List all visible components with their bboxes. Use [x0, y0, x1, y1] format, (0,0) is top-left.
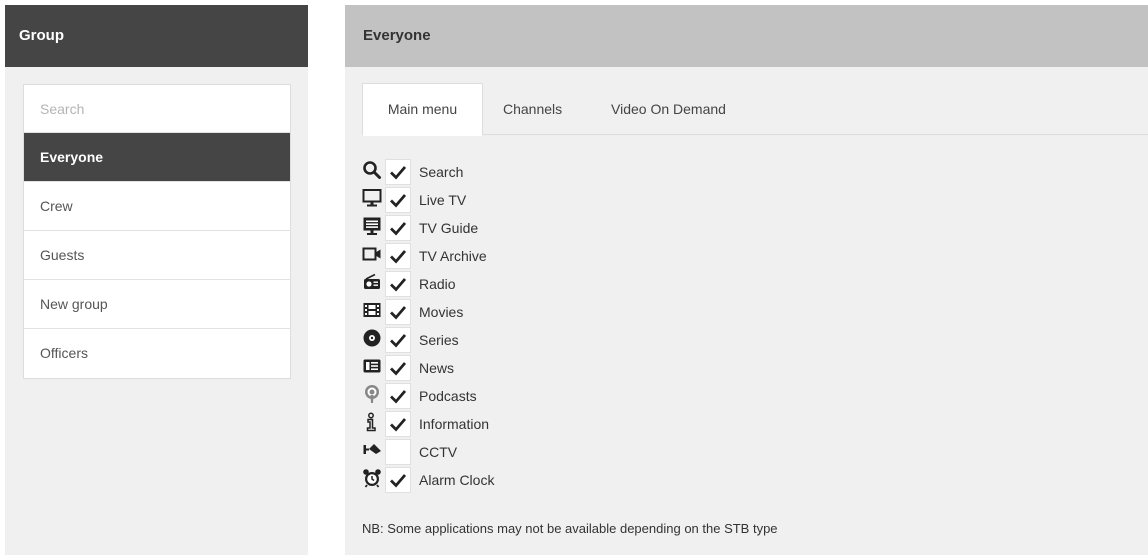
- app-label: CCTV: [419, 444, 458, 460]
- newspaper-icon: [362, 356, 382, 376]
- group-item-crew[interactable]: Crew: [24, 182, 290, 231]
- app-label: Search: [419, 164, 464, 180]
- radio-checkbox[interactable]: [385, 271, 411, 297]
- tab-video-on-demand[interactable]: Video On Demand: [611, 83, 726, 135]
- alarm-clock-icon: [362, 468, 382, 488]
- film-icon: [362, 300, 382, 320]
- app-label: Information: [419, 416, 490, 432]
- video-camera-icon: [362, 244, 382, 264]
- app-label: Live TV: [419, 192, 467, 208]
- tv-guide-checkbox[interactable]: [385, 215, 411, 241]
- tab-bar: Main menu Channels Video On Demand: [362, 83, 1148, 136]
- app-label: Movies: [419, 304, 464, 320]
- live-tv-checkbox[interactable]: [385, 187, 411, 213]
- tab-main-menu[interactable]: Main menu: [362, 83, 483, 136]
- group-list: Everyone Crew Guests New group Officers: [23, 84, 291, 379]
- app-label: Radio: [419, 276, 456, 292]
- search-checkbox[interactable]: [385, 159, 411, 185]
- radio-icon: [362, 272, 382, 292]
- tv-archive-checkbox[interactable]: [385, 243, 411, 269]
- group-detail-title: Everyone: [345, 5, 1148, 67]
- app-label: TV Archive: [419, 248, 487, 264]
- groups-panel: Group Everyone Crew Guests New group Off…: [5, 5, 308, 555]
- disc-icon: [362, 328, 382, 348]
- app-label: Podcasts: [419, 388, 477, 404]
- group-item-everyone[interactable]: Everyone: [24, 133, 290, 182]
- app-label: TV Guide: [419, 220, 479, 236]
- monitor-icon: [362, 188, 382, 208]
- search-icon: [362, 160, 382, 180]
- tab-channels[interactable]: Channels: [503, 83, 562, 135]
- information-checkbox[interactable]: [385, 411, 411, 437]
- app-label: Series: [419, 332, 459, 348]
- tv-guide-icon: [362, 216, 382, 236]
- cctv-camera-icon: [362, 440, 382, 460]
- group-item-new-group[interactable]: New group: [24, 280, 290, 329]
- app-label: News: [419, 360, 455, 376]
- alarm-clock-checkbox[interactable]: [385, 467, 411, 493]
- group-item-guests[interactable]: Guests: [24, 231, 290, 280]
- cctv-checkbox[interactable]: [385, 439, 411, 465]
- podcast-icon: [362, 384, 382, 404]
- news-checkbox[interactable]: [385, 355, 411, 381]
- groups-panel-title: Group: [5, 5, 308, 67]
- movies-checkbox[interactable]: [385, 299, 411, 325]
- app-label: Alarm Clock: [419, 472, 495, 488]
- search-input[interactable]: [24, 85, 290, 133]
- info-icon: [362, 412, 382, 432]
- series-checkbox[interactable]: [385, 327, 411, 353]
- stb-note: NB: Some applications may not be availab…: [362, 521, 778, 536]
- group-item-officers[interactable]: Officers: [24, 329, 290, 378]
- podcasts-checkbox[interactable]: [385, 383, 411, 409]
- group-detail-panel: Everyone Main menu Channels Video On Dem…: [345, 5, 1148, 555]
